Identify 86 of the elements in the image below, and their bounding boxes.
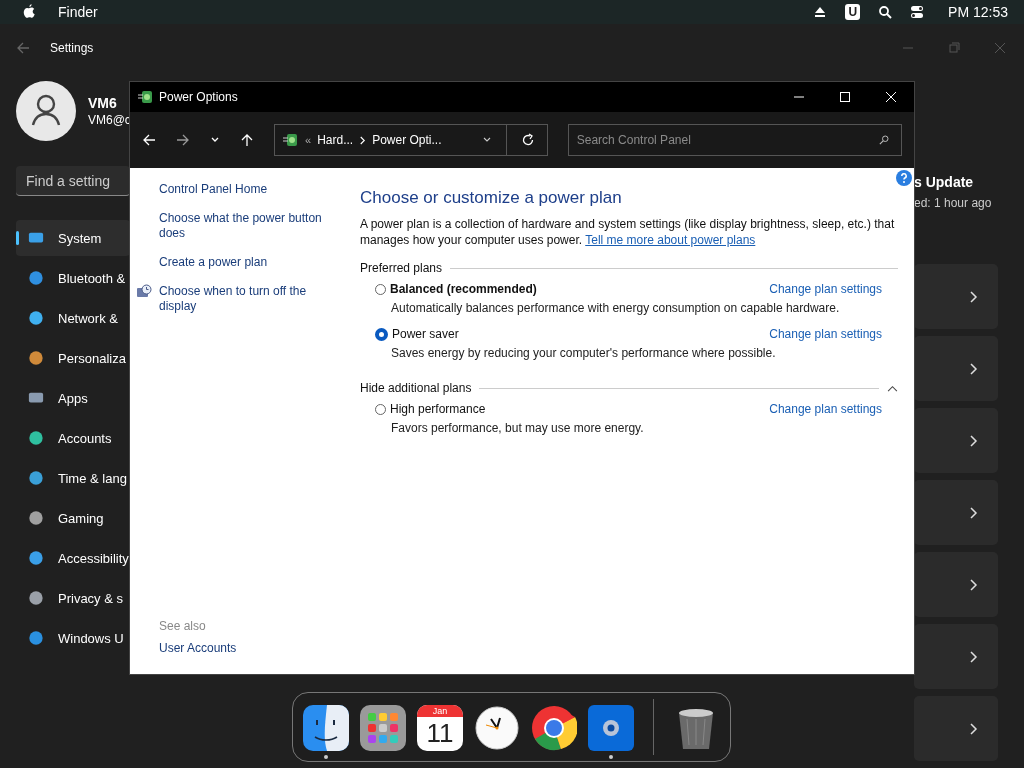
nav-icon <box>28 310 44 326</box>
clock-icon[interactable] <box>474 705 520 751</box>
app-grid-icon[interactable] <box>360 705 406 751</box>
chevron-right-icon <box>968 290 978 303</box>
forward-arrow-icon[interactable] <box>176 133 190 147</box>
plan-name[interactable]: High performance <box>390 402 486 416</box>
plan-name[interactable]: Balanced (recommended) <box>390 282 537 296</box>
control-center-icon[interactable] <box>910 5 925 19</box>
user-email: VM6@c <box>88 113 131 127</box>
eject-icon[interactable] <box>813 5 828 19</box>
change-plan-link[interactable]: Change plan settings <box>769 282 882 296</box>
nav-icon <box>28 590 44 606</box>
nav-item[interactable]: Accessibility <box>16 540 130 576</box>
chevron-right-icon <box>968 722 978 735</box>
plan-name[interactable]: Power saver <box>392 327 459 341</box>
breadcrumb-item[interactable]: Hard... <box>317 133 354 147</box>
nav-item[interactable]: Bluetooth & <box>16 260 130 296</box>
address-bar[interactable]: « Hard... Power Opti... <box>274 124 548 156</box>
nav-item[interactable]: Privacy & s <box>16 580 130 616</box>
group-heading[interactable]: Hide additional plans <box>360 381 472 395</box>
search-field[interactable]: Find a setting <box>16 166 130 196</box>
nav-icon <box>28 350 44 366</box>
plan-radio[interactable] <box>375 327 388 341</box>
nav-icon <box>28 630 44 646</box>
nav-icon <box>28 270 44 286</box>
group-heading: Preferred plans <box>360 261 443 275</box>
status-badge[interactable]: U <box>845 4 861 20</box>
nav-item[interactable]: Apps <box>16 380 130 416</box>
browser-icon[interactable] <box>531 705 577 751</box>
change-plan-link[interactable]: Change plan settings <box>769 327 882 341</box>
app-menu-title[interactable]: Finder <box>58 4 98 20</box>
power-options-icon <box>283 132 299 148</box>
breadcrumb-item[interactable]: Power Opti... <box>372 133 442 147</box>
up-arrow-icon[interactable] <box>240 133 254 147</box>
avatar-icon <box>16 81 76 141</box>
update-status: ed: 1 hour ago <box>914 196 993 210</box>
nav-item[interactable]: Accounts <box>16 420 130 456</box>
running-indicator <box>609 755 613 759</box>
calendar-app-icon[interactable]: Jan 11 <box>417 705 463 751</box>
collapse-caret-icon[interactable] <box>887 384 898 392</box>
breadcrumb-separator-icon <box>359 135 367 145</box>
nav-icon <box>28 510 44 526</box>
window-title: Power Options <box>159 90 238 104</box>
display-clock-icon <box>136 284 152 300</box>
breadcrumb-overflow[interactable]: « <box>305 134 312 146</box>
chevron-right-icon <box>968 362 978 375</box>
see-also-link[interactable]: User Accounts <box>159 641 330 656</box>
nav-item[interactable]: Network & <box>16 300 130 336</box>
plan-description: Saves energy by reducing your computer's performance where possible. <box>391 346 777 360</box>
plan-description: Automatically balances performance with energy consumption on capable hardware. <box>391 301 841 315</box>
finder-face-icon[interactable] <box>303 705 349 751</box>
task-link[interactable]: Control Panel Home <box>159 182 268 197</box>
nav-icon <box>28 550 44 566</box>
user-name: VM6 <box>88 95 118 111</box>
page-description: A power plan is a collection of hardware and system settings (like display brightness, sleep, etc.) that manages how your computer uses power. Tell me more about power plans <box>360 216 896 248</box>
apple-logo-icon[interactable] <box>22 4 36 20</box>
search-icon[interactable] <box>878 5 893 19</box>
nav-item[interactable]: System <box>16 220 130 256</box>
menu-bar-clock[interactable]: PM 12:53 <box>948 4 1008 20</box>
nav-item[interactable]: Personaliza <box>16 340 130 376</box>
see-also-heading: See also <box>159 619 207 633</box>
chevron-right-icon <box>968 578 978 591</box>
nav-item[interactable]: Gaming <box>16 500 130 536</box>
plan-description: Favors performance, but may use more energy. <box>391 421 645 435</box>
chevron-right-icon <box>968 650 978 663</box>
chevron-right-icon <box>968 434 978 447</box>
search-icon <box>879 135 889 145</box>
nav-icon <box>28 430 44 446</box>
task-link[interactable]: Create a power plan <box>159 255 268 270</box>
help-icon[interactable] <box>896 170 912 186</box>
maximize-icon[interactable] <box>839 91 851 103</box>
task-link[interactable]: Choose what the power button does <box>159 211 330 241</box>
nav-item[interactable]: Time & lang <box>16 460 130 496</box>
nav-item[interactable]: Windows U <box>16 620 130 656</box>
page-heading: Choose or customize a power plan <box>360 188 623 208</box>
chevron-right-icon <box>968 506 978 519</box>
help-link[interactable]: Tell me more about power plans <box>585 233 756 247</box>
refresh-icon[interactable] <box>520 133 535 147</box>
task-link[interactable]: Choose when to turn off the display <box>159 284 330 314</box>
running-indicator <box>324 755 328 759</box>
window-title: Settings <box>50 41 94 55</box>
power-options-icon <box>138 89 154 105</box>
nav-icon <box>28 470 44 486</box>
search-field[interactable]: Search Control Panel <box>567 124 902 156</box>
update-title: s Update <box>914 174 975 190</box>
change-plan-link[interactable]: Change plan settings <box>769 402 882 416</box>
